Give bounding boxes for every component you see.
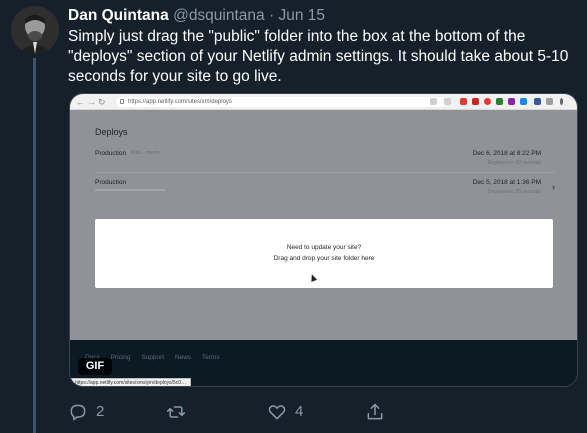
author-handle[interactable]: @dsquintana bbox=[173, 7, 265, 24]
header-separator: · bbox=[268, 7, 275, 24]
footer-link-terms: Terms bbox=[201, 354, 220, 361]
extension-gray-icon bbox=[546, 98, 553, 105]
footer-link-support: Support bbox=[141, 354, 165, 361]
reply-count: 2 bbox=[96, 403, 105, 420]
extension-green-icon bbox=[496, 98, 503, 105]
deploy-status: Deployed in 20 seconds bbox=[487, 189, 541, 195]
dropzone-heading: Need to update your site? bbox=[286, 244, 362, 251]
thread-line bbox=[33, 58, 36, 433]
extension-red-icon bbox=[460, 98, 467, 105]
extension-darkred-icon bbox=[472, 98, 479, 105]
netlify-page: Deploys Production Publ…ments Dec 6, 201… bbox=[70, 110, 577, 340]
deploy-label: Production bbox=[95, 179, 127, 186]
star-icon bbox=[444, 98, 451, 105]
menu-icon bbox=[560, 98, 563, 105]
address-bar: https://app.netlify.com/sites/xm/deploys bbox=[116, 97, 446, 107]
footer-link-pricing: Pricing bbox=[110, 354, 131, 361]
address-bar-url: https://app.netlify.com/sites/xm/deploys bbox=[128, 99, 232, 105]
forward-arrow-icon: → bbox=[87, 97, 96, 107]
tweet-actions: 2 4 bbox=[68, 400, 568, 424]
extension-circle-icon bbox=[484, 98, 491, 105]
extension-fb-icon bbox=[534, 98, 541, 105]
lock-icon bbox=[120, 99, 124, 104]
tweet-media-gif[interactable]: ← → ↻ https://app.netlify.com/sites/xm/d… bbox=[69, 93, 578, 387]
browser-toolbar: ← → ↻ https://app.netlify.com/sites/xm/d… bbox=[70, 94, 577, 110]
tweet-text: Simply just drag the "public" folder int… bbox=[68, 28, 569, 85]
deploy-date: Dec 6, 2018 at 8:22 PM bbox=[472, 150, 541, 157]
tweet-date[interactable]: Jun 15 bbox=[278, 7, 325, 24]
deploys-title: Deploys bbox=[95, 127, 128, 137]
browser-status-url: https://app.netlify.com/sites/xmslyin/de… bbox=[70, 378, 192, 386]
tweet-header: Dan Quintana @dsquintana · Jun 15 bbox=[68, 6, 325, 26]
extension-purple-icon bbox=[508, 98, 515, 105]
deploy-dropzone: Need to update your site? Drag and drop … bbox=[95, 219, 553, 288]
deploy-divider bbox=[95, 172, 555, 173]
tweet: Dan Quintana @dsquintana · Jun 15 Simply… bbox=[0, 0, 587, 433]
retweet-icon bbox=[166, 406, 186, 418]
back-arrow-icon: ← bbox=[76, 97, 85, 107]
dropzone-instruction: Drag and drop your site folder here bbox=[273, 255, 375, 262]
key-icon bbox=[430, 98, 437, 105]
avatar-photo bbox=[11, 6, 59, 54]
extension-blue-icon bbox=[520, 98, 527, 105]
like-count: 4 bbox=[295, 403, 304, 420]
heart-icon bbox=[268, 405, 286, 420]
chevron-right-icon: › bbox=[552, 182, 555, 192]
author-avatar[interactable] bbox=[11, 6, 59, 54]
gif-badge: GIF bbox=[78, 358, 112, 375]
share-icon bbox=[367, 403, 383, 420]
reply-icon bbox=[70, 404, 86, 421]
reload-icon: ↻ bbox=[98, 97, 106, 107]
deploy-hash: Publ…ments bbox=[131, 150, 160, 156]
deploy-placeholder-bar bbox=[95, 189, 165, 191]
deploy-date: Dec 5, 2018 at 1:36 PM bbox=[472, 179, 541, 186]
author-name[interactable]: Dan Quintana bbox=[68, 7, 169, 24]
footer-link-news: News bbox=[174, 354, 192, 361]
deploy-status: Deployed in 10 seconds bbox=[487, 160, 541, 166]
deploy-label: Production bbox=[95, 150, 127, 157]
mouse-cursor-icon bbox=[308, 273, 318, 282]
